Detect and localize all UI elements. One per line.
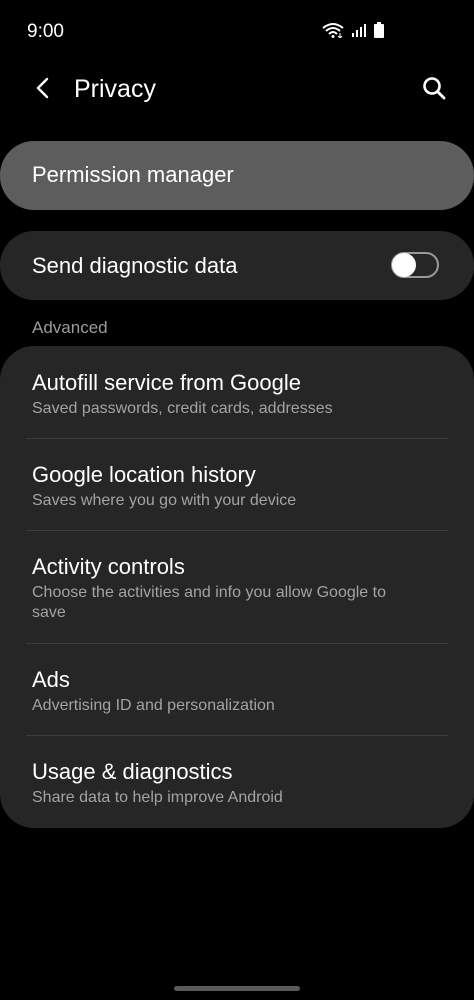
- status-time: 9:00: [27, 21, 64, 42]
- toggle-knob: [392, 253, 416, 277]
- send-diagnostic-data-item[interactable]: Send diagnostic data: [0, 231, 474, 300]
- usage-diagnostics-title: Usage & diagnostics: [32, 759, 233, 784]
- ads-subtitle: Advertising ID and personalization: [32, 697, 275, 714]
- battery-icon: [374, 22, 384, 43]
- status-bar: 9:00: [0, 0, 474, 64]
- search-button[interactable]: [416, 72, 452, 108]
- autofill-service-title: Autofill service from Google: [32, 370, 301, 395]
- activity-controls-title: Activity controls: [32, 554, 185, 579]
- ads-title: Ads: [32, 667, 70, 692]
- advanced-section-header: Advanced: [32, 318, 108, 337]
- status-icons: [322, 22, 384, 43]
- google-location-history-subtitle: Saves where you go with your device: [32, 492, 297, 509]
- permission-manager-item[interactable]: Permission manager: [0, 141, 474, 210]
- signal-icon: [352, 23, 366, 42]
- page-title: Privacy: [74, 75, 156, 103]
- usage-diagnostics-item[interactable]: Usage & diagnostics Share data to help i…: [0, 736, 474, 828]
- usage-diagnostics-subtitle: Share data to help improve Android: [32, 789, 283, 806]
- search-icon: [422, 76, 446, 105]
- home-indicator[interactable]: [174, 986, 300, 991]
- autofill-service-item[interactable]: Autofill service from Google Saved passw…: [0, 346, 474, 438]
- back-button[interactable]: [24, 72, 60, 108]
- activity-controls-item[interactable]: Activity controls Choose the activities …: [0, 531, 474, 643]
- activity-controls-subtitle: Choose the activities and info you allow…: [32, 584, 386, 621]
- app-header: Privacy: [0, 64, 474, 116]
- advanced-settings-card: Autofill service from Google Saved passw…: [0, 346, 474, 828]
- send-diagnostic-data-label: Send diagnostic data: [32, 253, 238, 278]
- wifi-icon: [322, 22, 344, 43]
- google-location-history-title: Google location history: [32, 462, 256, 487]
- permission-manager-label: Permission manager: [32, 162, 234, 187]
- chevron-left-icon: [34, 77, 50, 104]
- send-diagnostic-data-toggle[interactable]: [391, 252, 439, 278]
- autofill-service-subtitle: Saved passwords, credit cards, addresses: [32, 400, 333, 417]
- ads-item[interactable]: Ads Advertising ID and personalization: [0, 644, 474, 735]
- google-location-history-item[interactable]: Google location history Saves where you …: [0, 439, 474, 530]
